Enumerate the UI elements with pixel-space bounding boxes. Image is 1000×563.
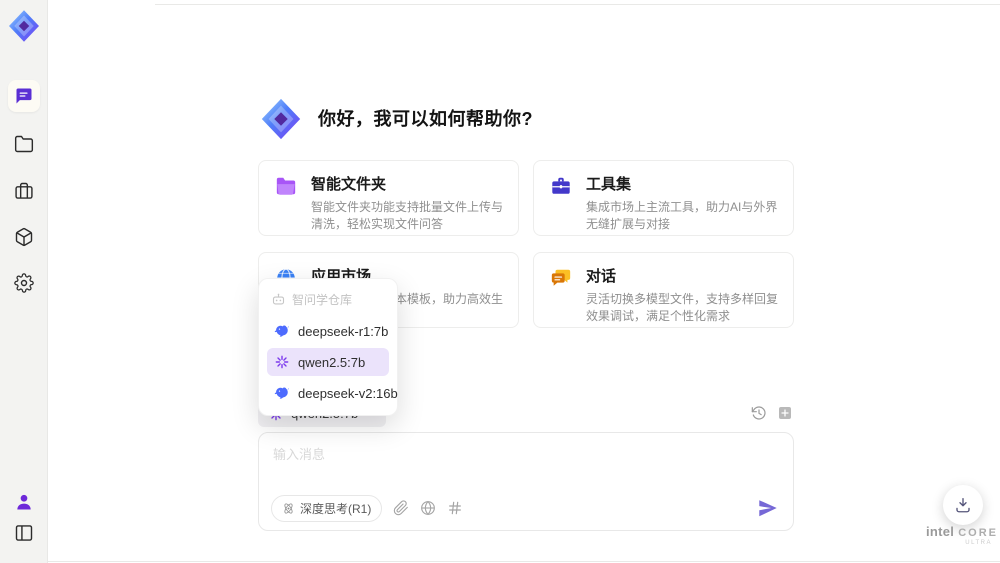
model-option-label: deepseek-v2:16b: [298, 385, 398, 401]
sidebar-item-user[interactable]: [8, 486, 40, 518]
history-button[interactable]: [750, 404, 768, 422]
top-divider: [155, 4, 1000, 5]
card-description: 智能文件夹功能支持批量文件上传与清洗，轻松实现文件问答: [311, 200, 504, 232]
folder-icon: [14, 135, 34, 153]
model-option-label: qwen2.5:7b: [298, 354, 366, 370]
download-icon: [956, 497, 970, 513]
cube-icon: [15, 227, 33, 247]
card-title: 工具集: [586, 176, 632, 193]
atom-icon: [284, 502, 293, 514]
history-icon: [751, 406, 766, 420]
card-title: 智能文件夹: [311, 176, 387, 193]
sidebar-item-panel-toggle[interactable]: [8, 517, 40, 549]
intel-sub-text: ultra: [965, 540, 992, 546]
model-dropdown-header-label: 智问学仓库: [292, 293, 353, 307]
card-toolset[interactable]: 工具集 集成市场上主流工具，助力AI与外界无缝扩展与对接: [533, 160, 794, 236]
card-description: 灵活切换多模型文件，支持多样回复效果调试，满足个性化需求: [586, 292, 779, 324]
composer: 深度思考(R1): [258, 432, 794, 531]
sidebar: [0, 0, 48, 563]
sidebar-item-models[interactable]: [8, 221, 40, 253]
deep-think-label: 深度思考(R1): [300, 501, 372, 516]
model-option-deepseek-r1[interactable]: deepseek-r1:7b: [267, 317, 389, 345]
model-option-label: deepseek-r1:7b: [298, 323, 389, 339]
card-smart-folder[interactable]: 智能文件夹 智能文件夹功能支持批量文件上传与清洗，轻松实现文件问答: [258, 160, 519, 236]
briefcase-icon: [15, 182, 33, 199]
model-dropdown-header: 智问学仓库: [267, 287, 389, 314]
bottom-divider: [0, 561, 1000, 562]
card-chat[interactable]: 对话 灵活切换多模型文件，支持多样回复效果调试，满足个性化需求: [533, 252, 794, 328]
card-title: 对话: [586, 268, 617, 285]
sidebar-item-chat[interactable]: [8, 80, 40, 112]
model-option-deepseek-v2[interactable]: deepseek-v2:16b: [267, 379, 398, 407]
download-button[interactable]: [943, 485, 983, 525]
globe-icon[interactable]: [420, 500, 436, 516]
deepseek-whale-icon: [274, 387, 289, 399]
card-description: 集成市场上主流工具，助力AI与外界无缝扩展与对接: [586, 200, 778, 232]
deepseek-whale-icon: [274, 325, 289, 337]
deep-think-toggle[interactable]: 深度思考(R1): [271, 494, 383, 522]
composer-toolbar: 深度思考(R1): [271, 494, 779, 522]
intel-product-text: core: [958, 527, 999, 539]
model-dropdown: 智问学仓库 deepseek-r1:7b qwen2.5:7b deepseek…: [258, 278, 398, 416]
page-title: 你好，我可以如何帮助你?: [318, 109, 533, 129]
paperclip-icon[interactable]: [393, 500, 409, 516]
new-chat-icon: [779, 407, 791, 419]
intel-brand-text: intel: [926, 524, 955, 539]
sidebar-item-toolbox[interactable]: [8, 175, 40, 207]
message-input[interactable]: [273, 444, 779, 488]
chat-bubble-icon: [16, 88, 32, 104]
model-option-qwen[interactable]: qwen2.5:7b: [267, 348, 389, 376]
send-button[interactable]: [757, 497, 779, 519]
app-logo-icon: [9, 10, 39, 42]
sidebar-item-settings[interactable]: [8, 267, 40, 299]
sidebar-item-folders[interactable]: [8, 128, 40, 160]
intel-core-badge: intel core ultra: [926, 524, 998, 546]
repository-icon: [272, 293, 285, 305]
folder-purple-icon: [276, 177, 296, 195]
briefcase-indigo-icon: [552, 177, 570, 194]
hash-icon[interactable]: [447, 500, 463, 516]
user-icon: [17, 494, 31, 510]
new-chat-button[interactable]: [776, 404, 794, 422]
chat-yellow-icon: [551, 269, 571, 286]
qwen-star-icon: [275, 355, 289, 369]
composer-topbar: [750, 404, 794, 422]
app-window: 你好，我可以如何帮助你? 智能文件夹 智能文件夹功能支持批量文件上传与清洗，轻松…: [0, 0, 1000, 563]
gear-icon: [14, 273, 34, 293]
hero-logo-icon: [261, 98, 301, 140]
panel-toggle-icon: [15, 525, 33, 541]
